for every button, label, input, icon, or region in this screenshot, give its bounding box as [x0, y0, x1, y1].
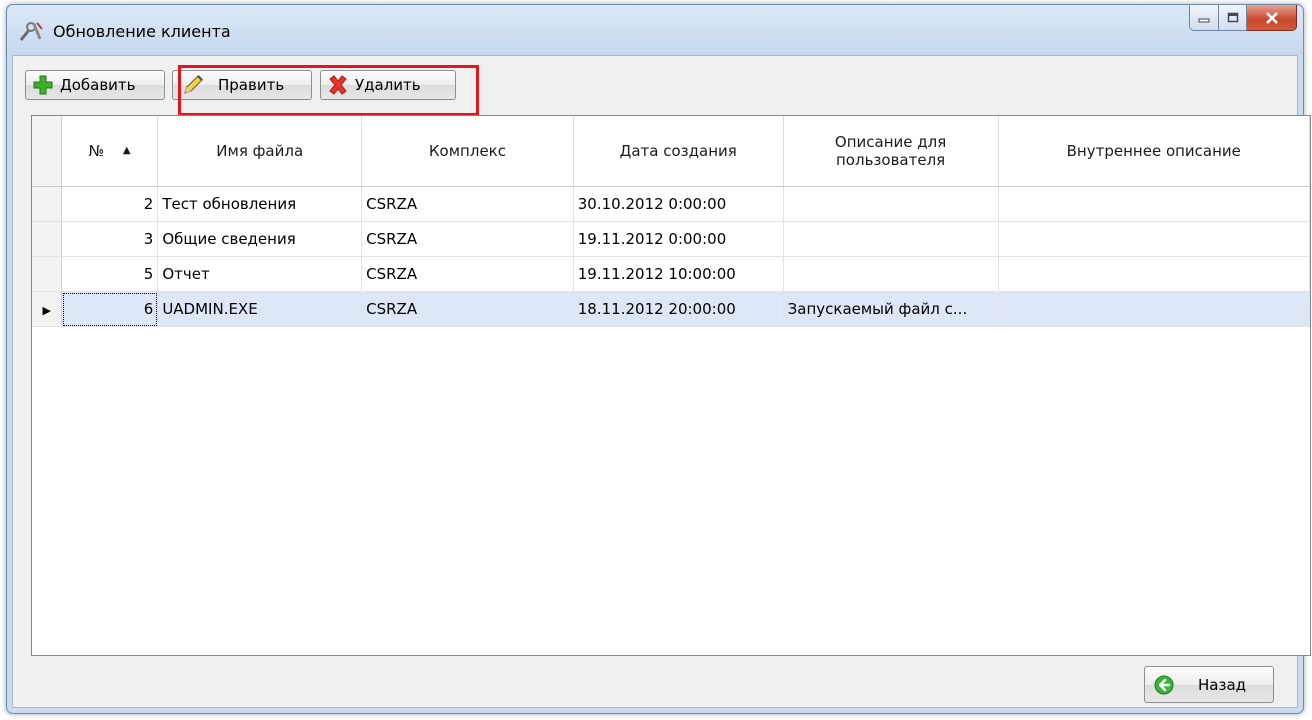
- cell-user-description[interactable]: Запускаемый файл с...: [783, 291, 999, 327]
- table-row[interactable]: 2 Тест обновления CSRZA 30.10.2012 0:00:…: [32, 186, 1310, 222]
- cell-user-description[interactable]: [783, 221, 999, 257]
- cell-file-name[interactable]: UADMIN.EXE: [157, 291, 363, 327]
- close-button[interactable]: [1247, 5, 1297, 31]
- cell-internal-description[interactable]: [998, 256, 1310, 292]
- cell-complex[interactable]: CSRZA: [361, 221, 574, 257]
- row-header[interactable]: [32, 256, 63, 292]
- header-row: № ▲ Имя файла Комплекс Дата создания Опи…: [32, 116, 1310, 187]
- column-header-number[interactable]: № ▲: [61, 116, 159, 187]
- cell-file-name[interactable]: Тест обновления: [157, 186, 363, 222]
- cell-number[interactable]: 3: [61, 221, 159, 257]
- update-client-window: Обновление клиента Добавить Править Удал…: [6, 4, 1311, 714]
- maximize-icon: [1227, 12, 1238, 23]
- caption-buttons: [1189, 5, 1297, 33]
- add-icon: [33, 75, 53, 95]
- sort-ascending-icon: ▲: [122, 145, 131, 157]
- updates-table: № ▲ Имя файла Комплекс Дата создания Опи…: [32, 116, 1310, 327]
- edit-button-label: Править: [218, 76, 285, 94]
- cell-creation-date[interactable]: 30.10.2012 0:00:00: [573, 186, 784, 222]
- cell-internal-description[interactable]: [998, 291, 1310, 327]
- cell-user-description[interactable]: [783, 256, 999, 292]
- delete-button[interactable]: Удалить: [320, 70, 456, 100]
- maximize-button[interactable]: [1219, 5, 1247, 31]
- row-header-corner: [32, 116, 63, 187]
- row-header[interactable]: ▶: [32, 291, 63, 327]
- row-header[interactable]: [32, 221, 63, 257]
- cell-internal-description[interactable]: [998, 186, 1310, 222]
- column-header-creation-date[interactable]: Дата создания: [573, 116, 784, 187]
- minimize-button[interactable]: [1189, 5, 1219, 31]
- cell-file-name[interactable]: Отчет: [157, 256, 363, 292]
- pencil-icon: [184, 75, 203, 94]
- cell-number[interactable]: 6: [61, 291, 159, 327]
- cell-creation-date[interactable]: 19.11.2012 10:00:00: [573, 256, 784, 292]
- column-header-internal-description[interactable]: Внутреннее описание: [998, 116, 1310, 187]
- cell-file-name[interactable]: Общие сведения: [157, 221, 363, 257]
- cell-creation-date[interactable]: 19.11.2012 0:00:00: [573, 221, 784, 257]
- add-button[interactable]: Добавить: [25, 70, 165, 100]
- cell-internal-description[interactable]: [998, 221, 1310, 257]
- cell-complex[interactable]: CSRZA: [361, 291, 574, 327]
- updates-grid[interactable]: № ▲ Имя файла Комплекс Дата создания Опи…: [31, 115, 1311, 656]
- delete-button-label: Удалить: [355, 76, 421, 94]
- title-bar[interactable]: Обновление клиента: [7, 5, 1303, 55]
- window-title: Обновление клиента: [53, 22, 231, 41]
- close-icon: [1265, 11, 1278, 24]
- add-button-label: Добавить: [60, 76, 136, 94]
- back-button[interactable]: Назад: [1144, 666, 1274, 703]
- table-row[interactable]: 3 Общие сведения CSRZA 19.11.2012 0:00:0…: [32, 221, 1310, 257]
- column-header-complex[interactable]: Комплекс: [361, 116, 574, 187]
- cell-creation-date[interactable]: 18.11.2012 20:00:00: [573, 291, 784, 327]
- table-row[interactable]: 5 Отчет CSRZA 19.11.2012 10:00:00: [32, 256, 1310, 292]
- cell-complex[interactable]: CSRZA: [361, 256, 574, 292]
- window-tools-icon: [19, 22, 43, 41]
- cell-number[interactable]: 5: [61, 256, 159, 292]
- row-header[interactable]: [32, 186, 63, 222]
- table-row-selected[interactable]: ▶ 6 UADMIN.EXE CSRZA 18.11.2012 20:00:00…: [32, 291, 1310, 327]
- back-arrow-icon: [1154, 675, 1174, 694]
- column-header-number-label: №: [88, 141, 105, 160]
- current-row-pointer-icon: ▶: [42, 304, 51, 317]
- cell-user-description[interactable]: [783, 186, 999, 222]
- back-button-label: Назад: [1198, 675, 1247, 694]
- edit-button[interactable]: Править: [172, 70, 312, 100]
- cell-complex[interactable]: CSRZA: [361, 186, 574, 222]
- client-area: Добавить Править Удалить № ▲ Имя файла К…: [12, 55, 1311, 708]
- column-header-file-name[interactable]: Имя файла: [157, 116, 363, 187]
- column-header-user-description[interactable]: Описание для пользователя: [783, 116, 999, 187]
- minimize-icon: [1198, 18, 1210, 22]
- cell-number[interactable]: 2: [61, 186, 159, 222]
- delete-x-icon: [329, 75, 347, 95]
